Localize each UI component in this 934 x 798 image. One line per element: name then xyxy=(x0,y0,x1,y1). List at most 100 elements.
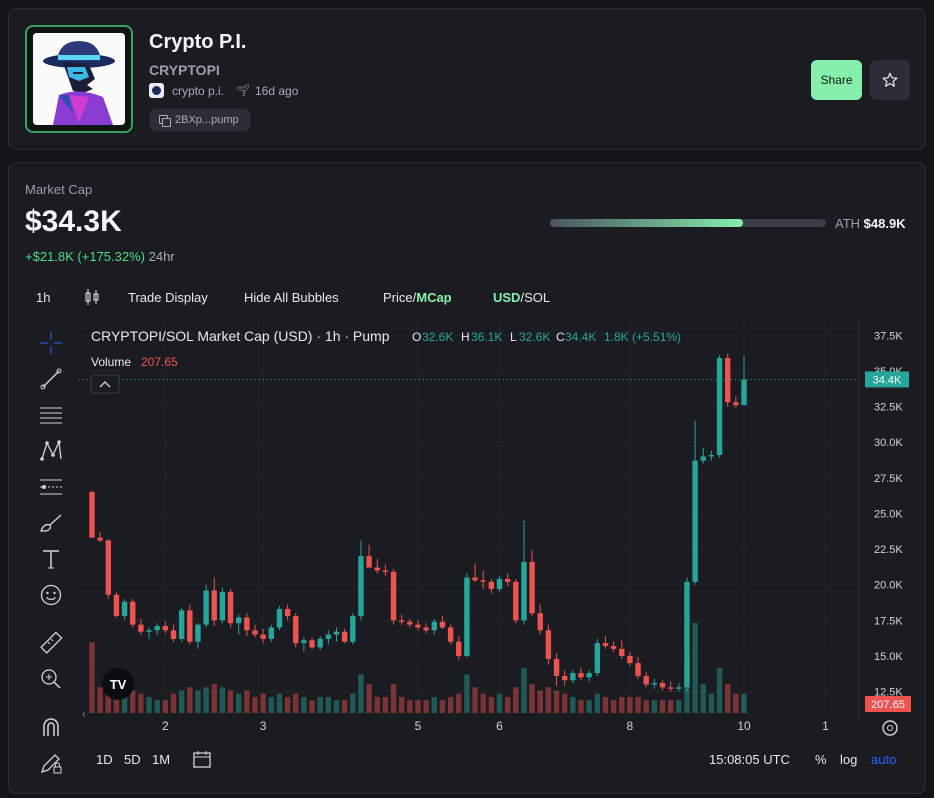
interval-button[interactable]: 1h xyxy=(36,290,50,305)
volume-bar xyxy=(260,693,266,713)
token-logo xyxy=(25,25,133,133)
magnet-tool[interactable] xyxy=(31,711,71,743)
volume-bar xyxy=(602,696,609,713)
candle-body xyxy=(553,658,560,676)
candle-body xyxy=(667,687,674,689)
y-tick-label: 20.0K xyxy=(874,580,903,592)
volume-bar xyxy=(89,642,95,713)
volume-bar xyxy=(537,690,543,713)
candle-body xyxy=(236,617,242,624)
volume-bar xyxy=(513,687,519,713)
volume-bar xyxy=(358,674,364,713)
ath-progress-fill xyxy=(550,219,744,227)
candle-body xyxy=(415,624,421,628)
trend-line-tool[interactable] xyxy=(31,363,71,395)
percent-scale-button[interactable]: % xyxy=(815,752,827,767)
creator-name[interactable]: crypto p.i. xyxy=(172,84,224,98)
x-tick-label: 6 xyxy=(496,719,503,733)
pattern-tool[interactable] xyxy=(31,435,71,467)
usd-label: USD xyxy=(493,290,521,305)
volume-bar xyxy=(733,693,739,713)
volume-bar xyxy=(456,693,462,713)
volume-bar xyxy=(741,693,747,713)
trend-line-icon xyxy=(40,368,62,390)
zoom-tool[interactable] xyxy=(31,663,71,695)
candle-body xyxy=(358,556,364,617)
y-tick-label: 25.0K xyxy=(874,508,903,520)
chart-settings-button[interactable] xyxy=(882,720,898,736)
candle-body xyxy=(643,675,649,685)
candle-body xyxy=(309,640,315,648)
candle-body xyxy=(676,687,682,689)
candle-body xyxy=(203,590,209,625)
volume-bar xyxy=(293,693,299,713)
star-icon xyxy=(882,72,898,87)
chart-time[interactable]: 15:08:05 UTC xyxy=(709,752,790,767)
current-price-label: 34.4K xyxy=(873,374,902,386)
candle-body xyxy=(350,616,356,642)
legend-change: 1.8K (+5.51%) xyxy=(604,330,681,344)
candle-body xyxy=(610,646,617,649)
candle-body xyxy=(252,630,258,635)
candle-body xyxy=(284,608,291,617)
prediction-tool[interactable] xyxy=(31,471,71,503)
candle-body xyxy=(562,675,568,681)
candle-body xyxy=(488,581,495,589)
candle-body xyxy=(521,561,527,621)
log-scale-button[interactable]: log xyxy=(840,752,857,767)
candle-body xyxy=(447,627,454,642)
price-label: Price/ xyxy=(383,290,417,305)
volume-bar xyxy=(447,696,454,713)
ath-text: ATH $48.9K xyxy=(835,216,906,231)
candle-body xyxy=(513,581,519,621)
measure-tool[interactable] xyxy=(31,627,71,659)
candlestick-chart[interactable]: 37.5K35.0K32.5K30.0K27.5K25.0K22.5K20.0K… xyxy=(79,321,919,741)
volume-bar xyxy=(187,687,193,713)
collapse-legend-button[interactable] xyxy=(90,374,120,394)
zoom-in-icon xyxy=(41,669,61,689)
current-volume-label: 207.65 xyxy=(871,699,905,711)
range-5d[interactable]: 5D xyxy=(124,752,141,767)
candle-body xyxy=(431,621,437,631)
candle-body xyxy=(619,648,625,656)
volume-bar xyxy=(407,700,413,713)
candle-style-button[interactable] xyxy=(84,288,100,309)
text-tool[interactable] xyxy=(31,543,71,575)
scroll-left-icon[interactable]: ‹ xyxy=(82,709,85,720)
emoji-tool[interactable] xyxy=(31,579,71,611)
volume-bar xyxy=(545,687,552,713)
candle-body xyxy=(382,570,389,572)
auto-scale-button[interactable]: auto xyxy=(871,752,896,767)
range-1m[interactable]: 1M xyxy=(152,752,170,767)
crosshair-tool[interactable] xyxy=(31,327,71,359)
volume-bar xyxy=(496,693,503,713)
token-ticker: CRYPTOPI xyxy=(149,62,220,78)
candle-body xyxy=(578,673,584,678)
legend-low-label: L xyxy=(510,330,517,344)
volume-bar xyxy=(350,693,356,713)
change-value: +$21.8K (+175.32%) xyxy=(25,249,145,264)
creator-avatar[interactable] xyxy=(149,83,164,98)
hide-bubbles-button[interactable]: Hide All Bubbles xyxy=(244,290,339,305)
y-tick-label: 27.5K xyxy=(874,473,903,485)
trade-display-button[interactable]: Trade Display xyxy=(128,290,208,305)
range-1d[interactable]: 1D xyxy=(96,752,113,767)
price-mcap-toggle[interactable]: Price/MCap xyxy=(383,290,452,305)
legend-close-label: C xyxy=(556,330,565,344)
favorite-button[interactable] xyxy=(870,60,910,100)
volume-bar xyxy=(725,684,731,713)
volume-bar xyxy=(195,690,201,713)
share-button[interactable]: Share xyxy=(811,60,862,100)
fib-tool[interactable] xyxy=(31,399,71,431)
goto-date-button[interactable] xyxy=(192,749,212,772)
volume-bar xyxy=(268,696,274,713)
fib-lines-icon xyxy=(40,407,62,424)
copy-address-button[interactable]: 2BXp...pump xyxy=(149,109,251,131)
currency-toggle[interactable]: USD/SOL xyxy=(493,290,550,305)
brush-tool[interactable] xyxy=(31,507,71,539)
legend-high-label: H xyxy=(461,330,470,344)
ath-label: ATH xyxy=(835,216,861,231)
candle-body xyxy=(708,454,715,457)
candle-body xyxy=(138,624,144,632)
tradingview-logo[interactable]: TV xyxy=(102,668,134,700)
